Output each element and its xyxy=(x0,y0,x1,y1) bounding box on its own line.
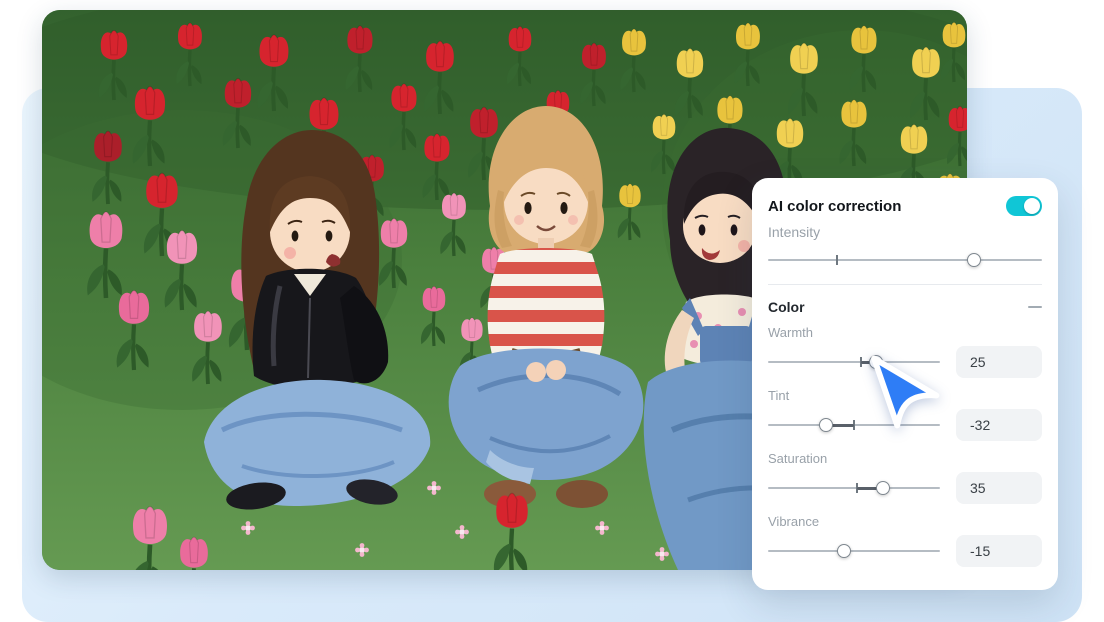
slider-track[interactable] xyxy=(768,259,1042,261)
collapse-minus-icon[interactable] xyxy=(1028,306,1042,308)
vibrance-label: Vibrance xyxy=(768,514,1042,529)
ai-color-correction-toggle[interactable] xyxy=(1006,196,1042,216)
slider-handle[interactable] xyxy=(967,253,981,267)
saturation-slider[interactable] xyxy=(768,480,940,496)
cursor-pointer-icon xyxy=(866,352,940,432)
warmth-label: Warmth xyxy=(768,325,1042,340)
screenshot-root: AI color correction Intensity Color Warm… xyxy=(0,0,1104,622)
slider-handle[interactable] xyxy=(876,481,890,495)
saturation-value-field[interactable]: 35 xyxy=(956,472,1042,504)
intensity-slider[interactable] xyxy=(768,252,1042,268)
slider-track[interactable] xyxy=(768,487,940,489)
panel-title: AI color correction xyxy=(768,198,901,215)
divider xyxy=(768,284,1042,285)
vibrance-slider[interactable] xyxy=(768,543,940,559)
saturation-label: Saturation xyxy=(768,451,1042,466)
color-section-title: Color xyxy=(768,299,805,315)
vibrance-value-field[interactable]: -15 xyxy=(956,535,1042,567)
warmth-value-field[interactable]: 25 xyxy=(956,346,1042,378)
tint-value-field[interactable]: -32 xyxy=(956,409,1042,441)
slider-tick xyxy=(836,255,838,265)
slider-handle[interactable] xyxy=(837,544,851,558)
slider-handle[interactable] xyxy=(819,418,833,432)
intensity-label: Intensity xyxy=(768,224,1042,240)
toggle-knob xyxy=(1024,198,1040,214)
slider-track[interactable] xyxy=(768,550,940,552)
